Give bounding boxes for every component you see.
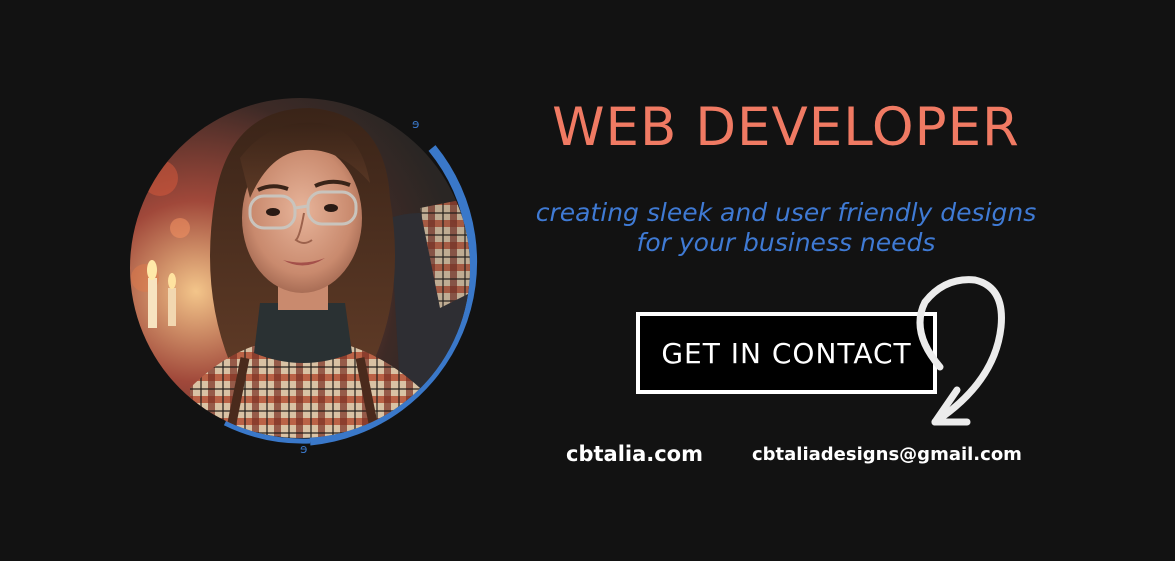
get-in-contact-button[interactable]: GET IN CONTACT — [636, 312, 937, 394]
tagline-line-2: for your business needs — [636, 228, 936, 257]
profile-portrait: ɘ ɘ — [120, 88, 500, 458]
portrait-illustration: ɘ ɘ — [130, 98, 478, 456]
website-link[interactable]: cbtalia.com — [566, 440, 703, 468]
page-title: WEB DEVELOPER — [552, 97, 1020, 158]
svg-text:ɘ: ɘ — [412, 117, 419, 131]
curved-arrow-icon — [916, 276, 1005, 426]
email-link[interactable]: cbtaliadesigns@gmail.com — [752, 442, 1022, 468]
svg-text:ɘ: ɘ — [300, 442, 307, 456]
tagline: creating sleek and user friendly designs… — [520, 198, 1052, 258]
tagline-line-1: creating sleek and user friendly designs — [535, 198, 1037, 227]
